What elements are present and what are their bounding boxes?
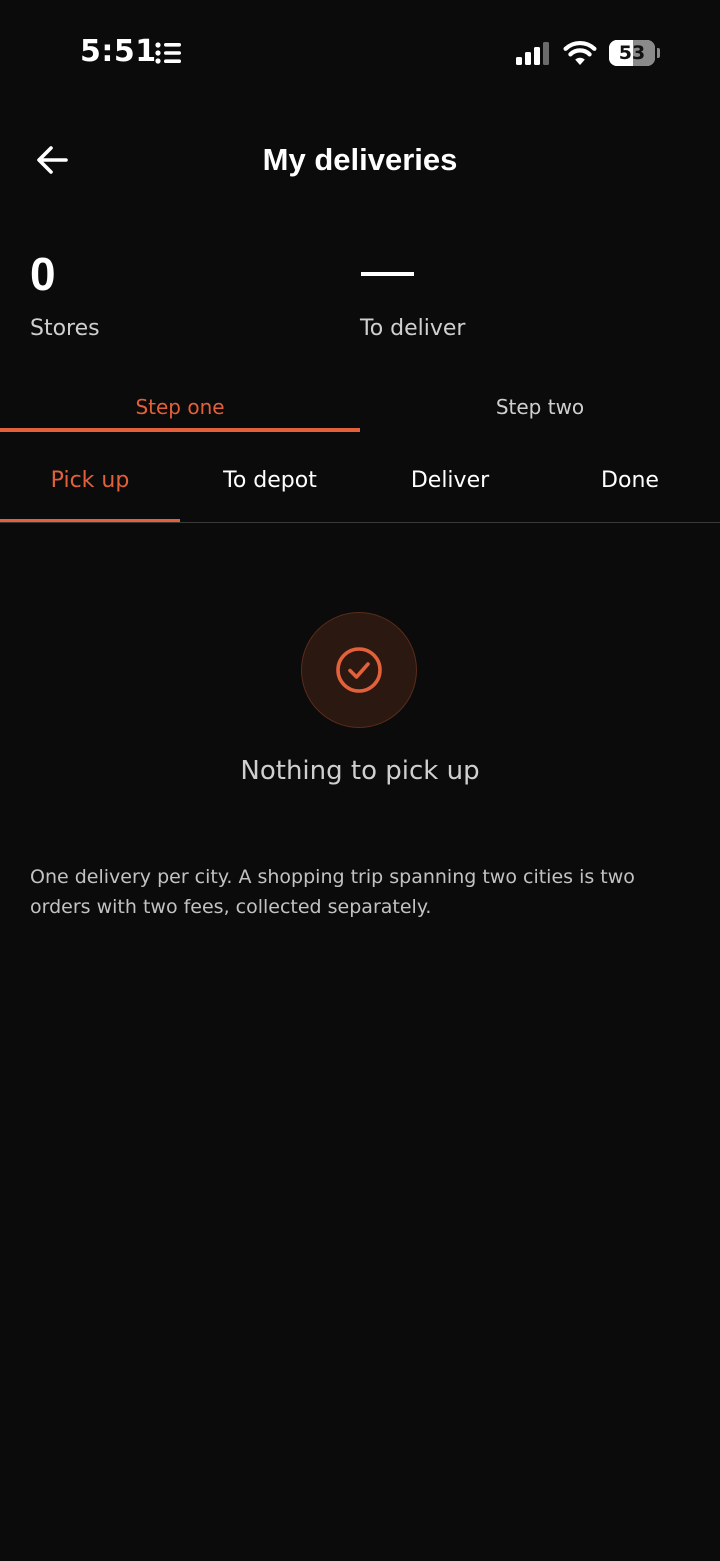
empty-state-title: Nothing to pick up (240, 756, 480, 786)
stores-count: 0 (30, 248, 56, 300)
battery-icon: 53 (609, 40, 655, 66)
tab-step-two[interactable]: Step two (360, 390, 720, 434)
wifi-icon (563, 41, 597, 65)
tab-pick-up-label: Pick up (50, 468, 130, 493)
empty-state-badge (301, 612, 417, 728)
stores-label: Stores (30, 316, 100, 341)
delivery-info-note: One delivery per city. A shopping trip s… (30, 866, 635, 918)
tab-divider (0, 522, 720, 523)
tab-deliver-label: Deliver (410, 468, 490, 493)
tab-step-one-label: Step one (135, 395, 225, 419)
page-title: My deliveries (262, 142, 458, 177)
tab-deliver[interactable]: Deliver (360, 460, 540, 522)
battery-level: 53 (618, 42, 646, 64)
tab-to-depot[interactable]: To depot (180, 460, 360, 522)
step-tab-indicator (0, 428, 360, 432)
tab-pick-up[interactable]: Pick up (0, 460, 180, 522)
status-bar: 5:51 53 (0, 0, 720, 110)
tab-done[interactable]: Done (540, 460, 720, 522)
tab-done-label: Done (601, 468, 659, 493)
status-time: 5:51 (80, 34, 157, 69)
tab-to-depot-label: To depot (223, 468, 317, 493)
to-deliver-label: To deliver (360, 316, 466, 341)
list-icon (155, 42, 181, 64)
signal-icon (516, 42, 549, 65)
tab-step-two-label: Step two (495, 395, 585, 419)
check-circle-icon (336, 647, 382, 693)
to-deliver-value (361, 272, 414, 276)
battery-cap (657, 48, 660, 58)
